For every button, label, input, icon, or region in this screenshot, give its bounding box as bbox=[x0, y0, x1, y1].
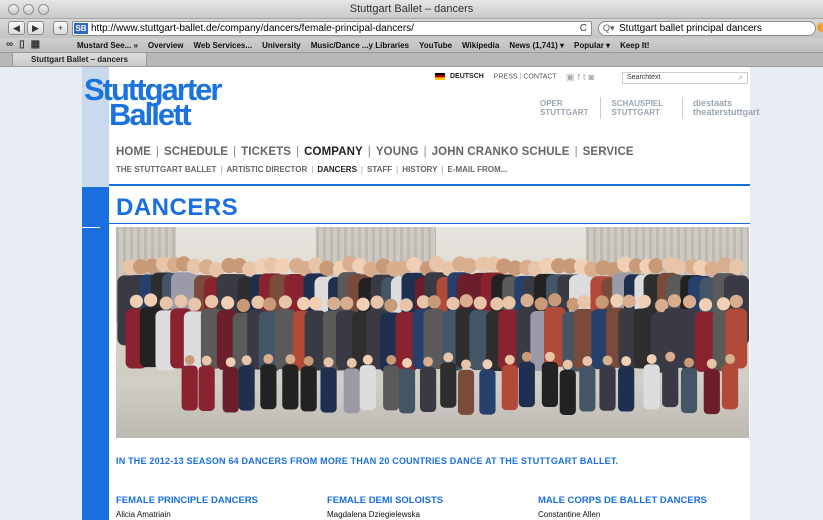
contact-link[interactable]: CONTACT bbox=[523, 73, 556, 80]
bookmark-list: Mustard See... » Overview Web Services... U… bbox=[77, 41, 659, 50]
press-link[interactable]: PRESS bbox=[494, 73, 518, 80]
decorative-stripe-dark bbox=[82, 187, 109, 520]
bookmark-item[interactable]: Keep It! bbox=[620, 41, 649, 50]
language-link-deutsch[interactable]: DEUTSCH bbox=[450, 73, 484, 80]
bookmark-item[interactable]: Music/Dance ...y Libraries bbox=[311, 41, 409, 50]
bookmark-item[interactable]: Overview bbox=[148, 41, 184, 50]
rss-icon[interactable]: ◙ bbox=[589, 72, 597, 82]
print-icon[interactable]: ▣ bbox=[566, 72, 578, 82]
bookmark-item[interactable]: Mustard See... » bbox=[77, 41, 138, 50]
bookmark-item[interactable]: University bbox=[262, 41, 301, 50]
browser-toolbar: ◀ ▶ + SB http://www.stuttgart-ballet.de/… bbox=[0, 19, 823, 38]
dancer-name-link[interactable]: Constantine Allen bbox=[538, 510, 600, 519]
snapback-icon[interactable] bbox=[817, 23, 823, 32]
address-bar[interactable]: SB http://www.stuttgart-ballet.de/compan… bbox=[72, 21, 592, 36]
dancer-name-link[interactable]: Alicia Amatriain bbox=[116, 510, 171, 519]
bookmark-item[interactable]: YouTube bbox=[419, 41, 452, 50]
nav-item-tickets[interactable]: TICKETS bbox=[241, 146, 291, 158]
column-heading-female-demi-soloists[interactable]: FEMALE DEMI SOLOISTS bbox=[327, 495, 443, 506]
web-page: Stuttgarter Ballett DEUTSCH PRESS | CONTAC… bbox=[0, 67, 823, 520]
site-search-placeholder: Searchtext bbox=[627, 74, 661, 81]
subnav-separator: | bbox=[220, 165, 223, 174]
decorative-stripe-tick bbox=[82, 227, 100, 228]
company-group-photo bbox=[116, 227, 749, 438]
bookmark-tools-icons[interactable]: ∞▯▦ bbox=[6, 39, 46, 50]
subnav-separator: | bbox=[396, 165, 399, 174]
nav-item-home[interactable]: HOME bbox=[116, 146, 151, 158]
window-title: Stuttgart Ballet – dancers bbox=[349, 3, 474, 15]
german-flag-icon bbox=[435, 73, 445, 80]
page-title: DANCERS bbox=[116, 194, 239, 221]
subnav-item-history[interactable]: HISTORY bbox=[402, 165, 437, 174]
bookmarks-bar: ∞▯▦ Mustard See... » Overview Web Services… bbox=[0, 38, 823, 53]
nav-separator: | bbox=[155, 146, 159, 158]
partner-oper-stuttgart[interactable]: OPER STUTTGART bbox=[540, 99, 588, 117]
reload-icon[interactable]: C bbox=[580, 23, 587, 34]
nav-separator: | bbox=[296, 146, 300, 158]
social-icons: ▣ft◙ bbox=[566, 72, 597, 83]
subnav-item-e-mail-from[interactable]: E-MAIL FROM... bbox=[447, 165, 507, 174]
main-navigation: HOME | SCHEDULE | TICKETS | COMPANY | YOUNG | JOHN… bbox=[116, 146, 634, 158]
title-divider bbox=[109, 223, 750, 224]
nav-divider bbox=[109, 184, 750, 186]
tab-bar: Stuttgart Ballet – dancers bbox=[0, 53, 823, 67]
nav-item-john-cranko-schule[interactable]: JOHN CRANKO SCHULE bbox=[432, 146, 570, 158]
back-button[interactable]: ◀ bbox=[8, 21, 25, 35]
column-heading-male-corps[interactable]: MALE CORPS DE BALLET DANCERS bbox=[538, 495, 707, 506]
partner-logos: OPER STUTTGART SCHAUSPIEL STUTTGART dies… bbox=[540, 97, 779, 119]
site-favicon-icon: SB bbox=[74, 23, 88, 34]
forward-button[interactable]: ▶ bbox=[27, 21, 44, 35]
bookmark-item[interactable]: Wikipedia bbox=[462, 41, 499, 50]
nav-item-schedule[interactable]: SCHEDULE bbox=[164, 146, 228, 158]
partner-schauspiel-stuttgart[interactable]: SCHAUSPIEL STUTTGART bbox=[611, 99, 669, 117]
partner-staatstheater-stuttgart[interactable]: diestaats theaterstuttgart bbox=[693, 99, 769, 117]
subnav-item-artistic-director[interactable]: ARTISTIC DIRECTOR bbox=[227, 165, 308, 174]
bookmark-item[interactable]: News (1,741) ▾ bbox=[509, 41, 564, 50]
nav-item-company[interactable]: COMPANY bbox=[304, 146, 363, 158]
subnav-item-dancers[interactable]: DANCERS bbox=[317, 165, 357, 174]
tab-stuttgart-ballet[interactable]: Stuttgart Ballet – dancers bbox=[12, 53, 147, 67]
window-titlebar: Stuttgart Ballet – dancers bbox=[0, 0, 823, 19]
subnav-separator: | bbox=[360, 165, 363, 174]
magnifier-icon[interactable]: ⌕ bbox=[739, 73, 743, 83]
nav-separator: | bbox=[367, 146, 371, 158]
site-search-input[interactable]: Searchtext ⌕ bbox=[622, 72, 748, 84]
nav-separator: | bbox=[233, 146, 237, 158]
bookmark-item[interactable]: Popular ▾ bbox=[574, 41, 610, 50]
utility-links: DEUTSCH PRESS | CONTACT bbox=[435, 73, 557, 80]
subnav-item-staff[interactable]: STAFF bbox=[367, 165, 392, 174]
browser-search-value[interactable]: Stuttgart ballet principal dancers bbox=[619, 23, 762, 34]
nav-item-young[interactable]: YOUNG bbox=[376, 146, 419, 158]
add-bookmark-button[interactable]: + bbox=[53, 21, 68, 35]
subnav-separator: | bbox=[311, 165, 314, 174]
url-text[interactable]: http://www.stuttgart-ballet.de/company/d… bbox=[91, 23, 414, 34]
nav-item-service[interactable]: SERVICE bbox=[583, 146, 634, 158]
nav-separator: | bbox=[423, 146, 427, 158]
search-icon: Q▾ bbox=[603, 23, 615, 33]
subnav-item-the-stuttgart-ballet[interactable]: THE STUTTGART BALLET bbox=[116, 165, 216, 174]
group-photo-people bbox=[117, 256, 749, 415]
column-heading-female-principle[interactable]: FEMALE PRINCIPLE DANCERS bbox=[116, 495, 258, 506]
bookmark-item[interactable]: Web Services... bbox=[194, 41, 253, 50]
browser-search-field[interactable]: Q▾ Stuttgart ballet principal dancers bbox=[598, 21, 816, 36]
season-intro-text: IN THE 2012-13 SEASON 64 DANCERS FROM MO… bbox=[116, 456, 619, 466]
nav-separator: | bbox=[574, 146, 578, 158]
subnav-separator: | bbox=[441, 165, 444, 174]
stuttgart-ballet-logo[interactable]: Stuttgarter Ballett bbox=[84, 74, 222, 130]
dancer-name-link[interactable]: Magdalena Dziegielewska bbox=[327, 510, 420, 519]
sub-navigation: THE STUTTGART BALLET | ARTISTIC DIRECTOR | D… bbox=[116, 165, 507, 174]
